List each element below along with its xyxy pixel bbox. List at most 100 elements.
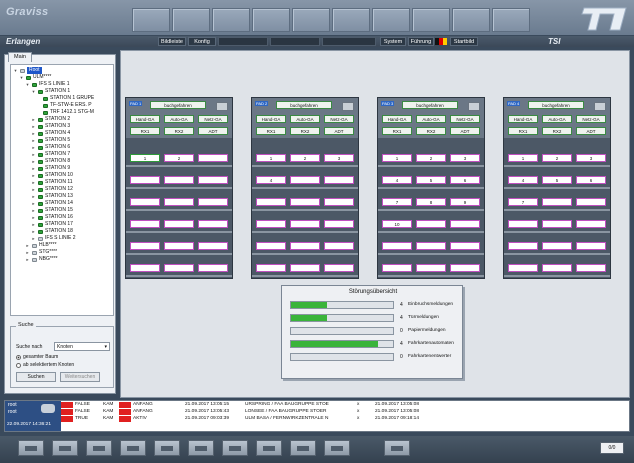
expand-icon[interactable]: ▸ [31, 214, 36, 221]
expand-icon[interactable]: ▸ [31, 179, 36, 186]
rack-slot[interactable]: 2 [416, 154, 446, 162]
search-type-select[interactable]: Knoten ▾ [54, 342, 110, 351]
expand-icon[interactable]: ▸ [31, 200, 36, 207]
rack-mode-button[interactable]: Auto-GA [290, 115, 320, 123]
rack-mode-button[interactable]: Hand-GA [130, 115, 160, 123]
rack-slot[interactable]: 2 [290, 154, 320, 162]
konfig-button[interactable]: Konfig [188, 37, 216, 46]
rack-slot[interactable]: 1 [130, 154, 160, 162]
rack-mode-button[interactable]: Netz-GA [198, 115, 228, 123]
rack-slot[interactable] [290, 176, 320, 184]
rack-slot[interactable] [324, 198, 354, 206]
rack-slot[interactable] [198, 220, 228, 228]
rack-slot[interactable] [382, 264, 412, 272]
expand-icon[interactable]: ▸ [25, 242, 30, 249]
log-row[interactable]: TRUE KAM AKTIV 21.09.2017 09:03:39 ULM BASA … [61, 416, 629, 422]
search-next-button[interactable]: Weitersuchen [60, 372, 100, 382]
tree-item-station[interactable]: ▸ STATION 9 [31, 165, 70, 172]
rack-mode-button[interactable]: Netz-GA [576, 115, 606, 123]
rack-slot[interactable] [382, 242, 412, 250]
rack-slot[interactable] [164, 264, 194, 272]
grid-icon[interactable] [468, 102, 480, 111]
tree-item-station[interactable]: ▸ STATION 6 [31, 144, 70, 151]
taskbar-button-5[interactable] [154, 440, 180, 456]
radio-icon[interactable] [16, 362, 21, 368]
expand-icon[interactable]: ▸ [31, 137, 36, 144]
nav-empty-2[interactable] [270, 37, 320, 46]
rack-slot[interactable] [256, 220, 286, 228]
taskbar-button-11[interactable] [384, 440, 410, 456]
rack-slot[interactable] [508, 242, 538, 250]
rack-channel-button[interactable]: RX2 [416, 127, 446, 135]
rack-title-button[interactable]: buchgefahren [276, 101, 332, 109]
bildleiste-button[interactable]: Bildleiste [158, 37, 186, 46]
rack-slot[interactable]: 3 [576, 154, 606, 162]
radio-selected-icon[interactable] [16, 354, 21, 360]
rack-mode-button[interactable]: Netz-GA [450, 115, 480, 123]
expand-icon[interactable]: ▸ [25, 256, 30, 263]
expand-icon[interactable]: ▸ [31, 221, 36, 228]
rack-slot[interactable] [542, 242, 572, 250]
rack-mode-button[interactable]: Hand-GA [508, 115, 538, 123]
expand-icon[interactable]: ▸ [31, 130, 36, 137]
expand-icon[interactable]: ▸ [31, 116, 36, 123]
rack-slot[interactable]: 4 [382, 176, 412, 184]
rack-title-button[interactable]: buchgefahren [402, 101, 458, 109]
taskbar-button-2[interactable] [52, 440, 78, 456]
tree-item-station[interactable]: ▸ STATION 7 [31, 151, 70, 158]
rack-channel-button[interactable]: ADT [324, 127, 354, 135]
rack-slot[interactable] [324, 176, 354, 184]
tree-item-ifs-linie-2[interactable]: ▸ IFS S LINIE 2 [31, 235, 75, 242]
expand-icon[interactable]: ▸ [31, 165, 36, 172]
header-slot-3[interactable] [212, 8, 250, 32]
rack-mode-button[interactable]: Netz-GA [324, 115, 354, 123]
rack-slot[interactable]: 5 [416, 176, 446, 184]
taskbar-button-8[interactable] [256, 440, 282, 456]
search-button[interactable]: Suchen [16, 372, 56, 382]
rack-slot[interactable] [576, 198, 606, 206]
collapse-icon[interactable]: ▾ [25, 81, 30, 88]
expand-icon[interactable]: ▸ [31, 207, 36, 214]
rack-slot[interactable]: 8 [416, 198, 446, 206]
tree-item-hlb[interactable]: ▸ HLB**** [25, 242, 56, 249]
rack-slot[interactable]: 3 [450, 154, 480, 162]
expand-icon[interactable]: ▸ [31, 193, 36, 200]
tree-item-station[interactable]: ▸ STATION 3 [31, 123, 70, 130]
nav-empty-1[interactable] [218, 37, 268, 46]
header-slot-5[interactable] [292, 8, 330, 32]
rack-slot[interactable]: 7 [382, 198, 412, 206]
rack-slot[interactable] [416, 220, 446, 228]
expand-icon[interactable]: ▸ [31, 235, 36, 242]
rack-slot[interactable]: 4 [256, 176, 286, 184]
taskbar-button-1[interactable] [18, 440, 44, 456]
camera-icon[interactable] [41, 404, 55, 413]
radio-whole-tree[interactable]: gesamter Baum [16, 354, 58, 360]
rack-slot[interactable] [164, 198, 194, 206]
rack-channel-button[interactable]: RX2 [542, 127, 572, 135]
system-button[interactable]: System [380, 37, 406, 46]
tree-item-station[interactable]: ▸ STATION 16 [31, 214, 73, 221]
rack-mode-button[interactable]: Hand-GA [256, 115, 286, 123]
rack-slot[interactable]: 6 [450, 176, 480, 184]
expand-icon[interactable]: ▸ [31, 144, 36, 151]
grid-icon[interactable] [342, 102, 354, 111]
header-slot-9[interactable] [452, 8, 490, 32]
tree-item-trf[interactable]: TRF 1412.1 STG-M [43, 109, 94, 116]
rack-slot[interactable]: 7 [508, 198, 538, 206]
tree-item-station[interactable]: ▸ STATION 15 [31, 207, 73, 214]
header-slot-1[interactable] [132, 8, 170, 32]
tree-item-station[interactable]: ▸ STATION 8 [31, 158, 70, 165]
grid-icon[interactable] [594, 102, 606, 111]
collapse-icon[interactable]: ▾ [31, 88, 36, 95]
rack-slot[interactable] [450, 242, 480, 250]
expand-icon[interactable]: ▸ [31, 123, 36, 130]
tree-item-station[interactable]: ▸ STATION 10 [31, 172, 73, 179]
taskbar-button-4[interactable] [120, 440, 146, 456]
rack-slot[interactable] [256, 242, 286, 250]
taskbar-button-3[interactable] [86, 440, 112, 456]
tree-item-station[interactable]: ▸ STATION 5 [31, 137, 70, 144]
rack-slot[interactable]: 2 [542, 154, 572, 162]
rack-channel-button[interactable]: RX1 [382, 127, 412, 135]
tree-item-nbg[interactable]: ▸ NBG**** [25, 256, 57, 263]
rack-slot[interactable] [324, 220, 354, 228]
